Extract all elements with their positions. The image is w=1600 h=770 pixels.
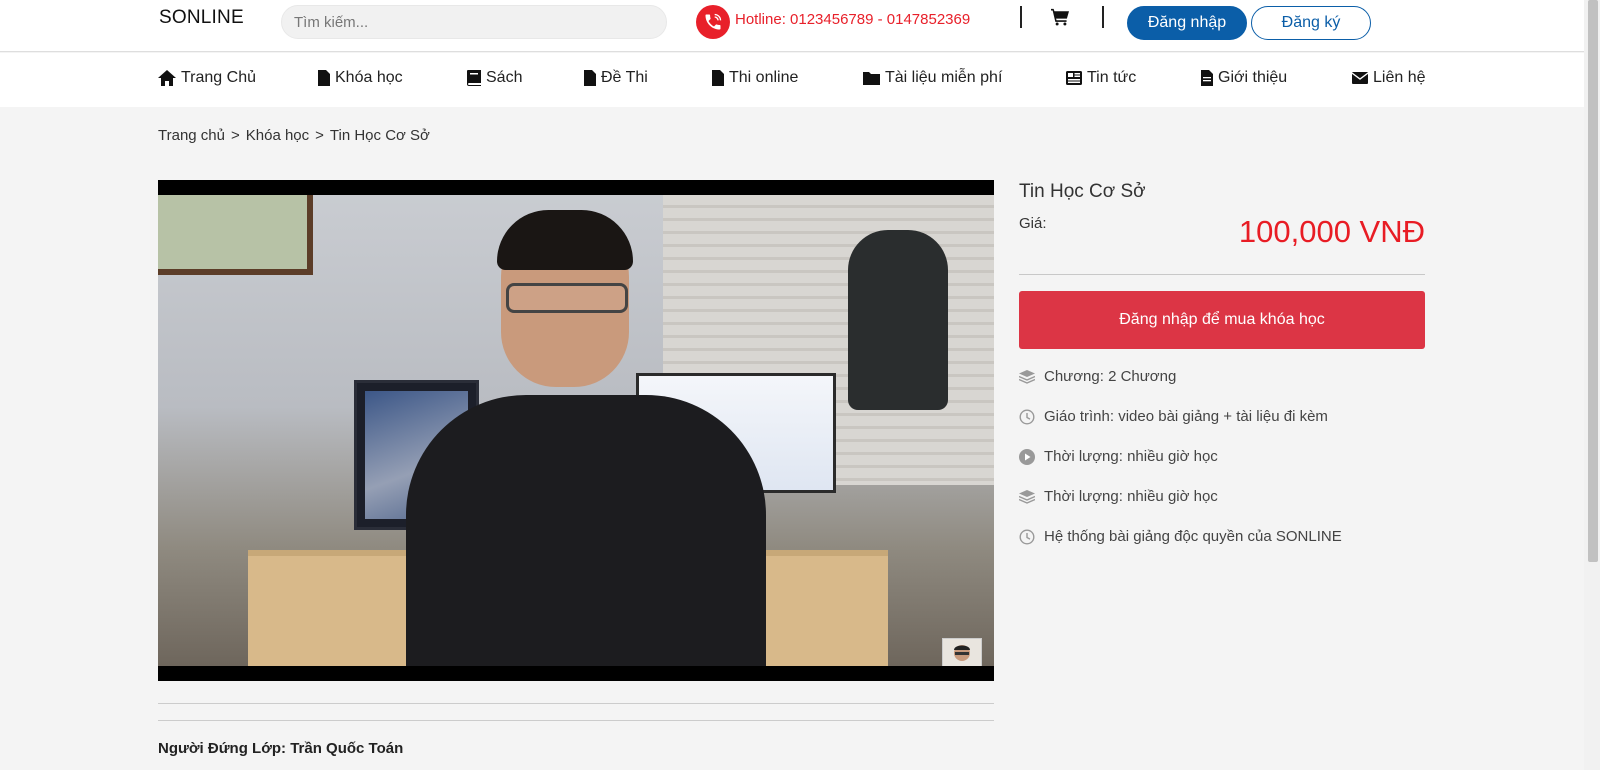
feature-item: Chương: 2 Chương: [1019, 368, 1176, 385]
page-scrollbar[interactable]: [1584, 0, 1600, 770]
divider: [1102, 6, 1104, 28]
layers-icon: [1019, 489, 1035, 504]
file-icon: [712, 70, 724, 86]
presenter-body: [406, 395, 766, 666]
cart-icon[interactable]: [1050, 8, 1072, 28]
site-logo[interactable]: SONLINE: [159, 7, 244, 29]
nav-item-courses[interactable]: Khóa học: [318, 69, 403, 87]
instructor-name: Người Đứng Lớp: Trần Quốc Toán: [158, 740, 404, 757]
course-video-player[interactable]: [158, 180, 994, 681]
breadcrumb-current: Tin Học Cơ Sở: [329, 127, 430, 144]
top-header: SONLINE Hotline: 0123456789 - 0147852369…: [0, 0, 1584, 52]
nav-item-books[interactable]: Sách: [467, 69, 522, 87]
presenter-glasses: [506, 283, 628, 313]
login-button[interactable]: Đăng nhập: [1127, 6, 1247, 40]
divider: [1020, 6, 1022, 28]
video-frame: [158, 195, 994, 666]
newspaper-icon: [1066, 71, 1082, 85]
feature-text: Giáo trình: video bài giảng + tài liệu đ…: [1044, 408, 1328, 425]
search-input[interactable]: [281, 5, 667, 39]
course-price: 100,000 VNĐ: [1238, 214, 1425, 249]
feature-item: Thời lượng: nhiều giờ học: [1019, 488, 1218, 505]
layers-icon: [1019, 369, 1035, 384]
phone-icon: [696, 5, 730, 39]
scrollbar-thumb[interactable]: [1588, 0, 1598, 562]
feature-item: Hệ thống bài giảng độc quyền của SONLINE: [1019, 528, 1342, 545]
feature-item: Giáo trình: video bài giảng + tài liệu đ…: [1019, 408, 1328, 425]
register-button[interactable]: Đăng ký: [1251, 6, 1371, 40]
nav-item-news[interactable]: Tin tức: [1066, 69, 1136, 87]
price-label: Giá:: [1019, 215, 1047, 232]
home-icon: [158, 70, 176, 86]
file-text-icon: [1201, 70, 1213, 86]
backpack: [848, 230, 948, 410]
nav-label: Sách: [486, 69, 523, 86]
feature-text: Chương: 2 Chương: [1044, 368, 1177, 385]
nav-label: Tài liệu miễn phí: [885, 69, 1003, 86]
nav-label: Tin tức: [1087, 69, 1137, 86]
nav-label: Khóa học: [335, 69, 403, 86]
divider: [158, 703, 994, 704]
breadcrumb-separator: >: [230, 127, 240, 144]
channel-avatar[interactable]: [942, 638, 982, 666]
nav-item-free-docs[interactable]: Tài liệu miễn phí: [863, 69, 1002, 87]
feature-text: Hệ thống bài giảng độc quyền của SONLINE: [1044, 528, 1342, 545]
nav-item-home[interactable]: Trang Chủ: [158, 69, 256, 87]
nav-item-exams[interactable]: Đề Thi: [584, 69, 648, 87]
divider: [1019, 274, 1425, 275]
play-circle-icon: [1019, 448, 1035, 465]
feature-text: Thời lượng: nhiều giờ học: [1044, 448, 1218, 465]
nav-label: Thi online: [729, 69, 799, 86]
feature-item: Thời lượng: nhiều giờ học: [1019, 448, 1218, 465]
nav-item-about[interactable]: Giới thiệu: [1201, 69, 1287, 87]
nav-label: Trang Chủ: [181, 69, 256, 86]
file-icon: [318, 70, 330, 86]
feature-text: Thời lượng: nhiều giờ học: [1044, 488, 1218, 505]
hotline-text: Hotline: 0123456789 - 0147852369: [735, 11, 971, 28]
wall-picture: [158, 195, 313, 275]
envelope-icon: [1352, 72, 1368, 84]
presenter-hair: [497, 210, 633, 270]
breadcrumb-home[interactable]: Trang chủ: [158, 127, 225, 144]
buy-course-button[interactable]: Đăng nhập để mua khóa học: [1019, 291, 1425, 349]
breadcrumb-courses[interactable]: Khóa học: [246, 127, 309, 144]
nav-item-contact[interactable]: Liên hệ: [1352, 69, 1426, 87]
nav-label: Đề Thi: [601, 69, 648, 86]
breadcrumb-separator: >: [315, 127, 324, 144]
main-nav: Trang Chủ Khóa học Sách Đề Thi Thi onlin…: [0, 53, 1584, 107]
course-title: Tin Học Cơ Sở: [1019, 181, 1146, 202]
clock-icon: [1019, 528, 1035, 545]
book-icon: [467, 70, 481, 86]
folder-icon: [863, 71, 880, 85]
divider: [158, 720, 994, 721]
clock-icon: [1019, 408, 1035, 425]
nav-item-online-test[interactable]: Thi online: [712, 69, 798, 87]
nav-label: Giới thiệu: [1218, 69, 1288, 86]
nav-label: Liên hệ: [1373, 69, 1426, 86]
file-icon: [584, 70, 596, 86]
breadcrumb: Trang chủ > Khóa học > Tin Học Cơ Sở: [158, 127, 430, 144]
